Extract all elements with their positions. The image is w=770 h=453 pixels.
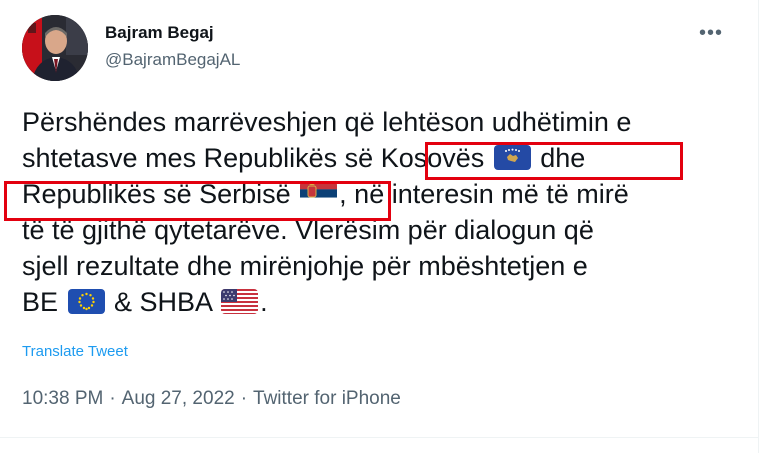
tweet-text-segment: , në interesin më të mirë bbox=[339, 179, 629, 209]
tweet-divider bbox=[0, 437, 758, 438]
serbia-flag-icon bbox=[300, 181, 338, 206]
tweet-text-segment: Republikës së Serbisë bbox=[22, 179, 291, 209]
tweet-date[interactable]: Aug 27, 2022 bbox=[122, 388, 235, 409]
tweet-line-5: sjell rezultate dhe mirënjohje për mbësh… bbox=[22, 251, 588, 281]
tweet-line-3: Republikës së Serbisë , në interesin më … bbox=[22, 176, 752, 212]
tweet-text-segment: . bbox=[260, 287, 268, 317]
timeline-border bbox=[758, 0, 759, 453]
tweet-line-6: BE & SHBA . bbox=[22, 284, 752, 320]
translate-tweet-link[interactable]: Translate Tweet bbox=[22, 343, 128, 360]
tweet-text-segment: & SHBA bbox=[106, 287, 220, 317]
tweet-line-1: Përshëndes marrëveshjen që lehtëson udhë… bbox=[22, 107, 632, 137]
eu-flag-icon bbox=[67, 289, 105, 314]
tweet-client[interactable]: Twitter for iPhone bbox=[253, 388, 401, 409]
tweet-text-segment: dhe bbox=[532, 143, 586, 173]
author-name[interactable]: Bajram Begaj bbox=[105, 23, 214, 43]
separator: · bbox=[240, 388, 248, 409]
author-handle[interactable]: @BajramBegajAL bbox=[105, 50, 240, 70]
avatar[interactable] bbox=[22, 15, 88, 81]
tweet-text: Përshëndes marrëveshjen që lehtëson udhë… bbox=[22, 104, 752, 320]
tweet-time[interactable]: 10:38 PM bbox=[22, 388, 103, 409]
kosovo-flag-icon bbox=[493, 145, 531, 170]
usa-flag-icon bbox=[221, 289, 259, 314]
tweet-metadata: 10:38 PM · Aug 27, 2022 · Twitter for iPhone bbox=[22, 388, 401, 410]
more-options-icon[interactable]: ••• bbox=[699, 23, 723, 43]
tweet-text-segment: BE bbox=[22, 287, 66, 317]
tweet-text-segment: shtetasve mes Republikës së bbox=[22, 143, 381, 173]
tweet-line-2: shtetasve mes Republikës së Kosovës dhe bbox=[22, 140, 752, 176]
separator: · bbox=[109, 388, 116, 409]
tweet-text-segment: Kosovës bbox=[380, 143, 485, 173]
tweet-line-4: të të gjithë qytetarëve. Vlerësim për di… bbox=[22, 215, 594, 245]
